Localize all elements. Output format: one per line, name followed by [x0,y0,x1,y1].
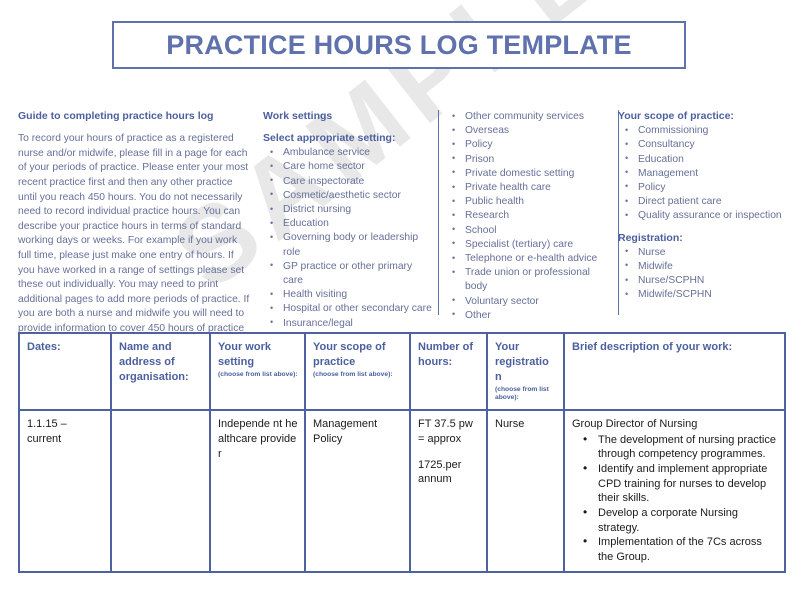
list-item: Nurse/SCPHN [618,274,784,288]
list-item: Prison [445,152,612,167]
guide-body-text: To record your hours of practice as a re… [18,133,250,349]
column-header-organisation: Name and address of organisation: [110,332,211,411]
list-item: Quality assurance or inspection [618,209,784,223]
practice-hours-log-table: Dates: Name and address of organisation:… [18,332,786,573]
description-title: Group Director of Nursing [572,417,698,430]
cell-number-of-hours[interactable]: FT 37.5 pw = approx 1725.per annum [409,408,488,573]
scope-list: Commissioning Consultancy Education Mana… [618,124,784,223]
list-item: Other [445,308,612,323]
list-item: Trade union or professional body [445,266,612,294]
list-item: Midwife/SCPHN [618,288,784,302]
cell-work-setting[interactable]: Independe nt healthcare provider [209,408,306,573]
list-item: Public health [445,195,612,209]
column-header-label: Your scope of practice [313,341,386,368]
column-header-scope-of-practice: Your scope of practice (choose from list… [304,332,411,411]
work-settings-column-continued: Other community services Overseas Policy… [445,109,619,321]
info-columns: Guide to completing practice hours log T… [18,109,784,357]
list-item: Telephone or e-health advice [445,252,612,266]
table-header-row: Dates: Name and address of organisation:… [18,332,786,411]
page-title: PRACTICE HOURS LOG TEMPLATE [166,29,632,60]
column-header-label: Dates: [27,341,61,353]
list-item: Identify and implement appropriate CPD t… [572,461,778,506]
list-item: School [445,223,612,238]
cell-dates[interactable]: 1.1.15 – current [18,408,112,573]
list-item: Develop a corporate Nursing strategy. [572,505,778,535]
list-item: Care home sector [263,160,432,174]
guide-column: Guide to completing practice hours log T… [18,110,250,349]
list-item: Education [263,217,432,231]
list-item: Overseas [445,124,612,138]
column-header-label: Name and address of organisation: [119,341,189,383]
registration-list: Nurse Midwife Nurse/SCPHN Midwife/SCPHN [618,245,784,303]
description-bullet-list: The development of nursing practice thro… [572,432,778,565]
work-settings-subheading: Select appropriate setting: [263,132,396,145]
list-item: Education [618,152,784,167]
scope-and-registration-column: Your scope of practice: Commissioning Co… [618,110,784,315]
list-item: Voluntary sector [445,294,612,309]
list-item: GP practice or other primary care [263,259,432,288]
list-item: Cosmetic/aesthetic sector [263,188,432,203]
list-item: Specialist (tertiary) care [445,237,612,252]
list-item: Private domestic setting [445,166,612,181]
list-item: Commissioning [618,124,784,138]
scope-heading: Your scope of practice: [618,110,734,122]
list-item: Direct patient care [618,195,784,209]
column-header-hint: (choose from list above): [495,385,549,402]
column-header-label: Number of hours: [418,341,473,368]
column-header-label: Your registratio n [495,341,549,383]
cell-registration[interactable]: Nurse [486,408,565,573]
hours-spacer [418,447,480,458]
cell-scope-of-practice[interactable]: Management Policy [304,408,411,573]
list-item: Private health care [445,181,612,195]
list-item: Health visiting [263,288,432,302]
column-header-label: Brief description of your work: [572,341,733,353]
cell-organisation[interactable] [110,408,211,573]
list-item: Management [618,166,784,181]
column-header-hint: (choose from list above): [218,370,298,378]
list-item: Midwife [618,259,784,274]
work-settings-list-second: Other community services Overseas Policy… [445,109,612,323]
hours-line-2: 1725.per annum [418,458,462,486]
list-item: Implementation of the 7Cs across the Gro… [572,534,778,564]
hours-line-1: FT 37.5 pw = approx [418,417,473,445]
column-header-work-setting: Your work setting (choose from list abov… [209,332,306,411]
column-header-description: Brief description of your work: [563,332,786,411]
page-title-banner: PRACTICE HOURS LOG TEMPLATE [112,21,686,69]
list-item: Hospital or other secondary care [263,302,432,316]
list-item: The development of nursing practice thro… [572,432,778,462]
list-item: Nurse [618,245,784,260]
column-header-number-of-hours: Number of hours: [409,332,488,411]
list-item: Consultancy [618,138,784,152]
column-header-hint: (choose from list above): [313,370,393,378]
list-item: Governing body or leadership role [263,231,432,259]
guide-heading: Guide to completing practice hours log [18,110,214,122]
work-settings-list-first: Ambulance service Care home sector Care … [263,146,432,359]
column-header-dates: Dates: [18,332,112,411]
work-settings-column: Work settings Select appropriate setting… [263,110,439,357]
list-item: Policy [445,138,612,152]
list-item: Ambulance service [263,146,432,160]
cell-description[interactable]: Group Director of Nursing The developmen… [563,408,786,573]
work-settings-heading: Work settings [263,110,333,122]
list-item: Other community services [445,109,612,124]
list-item: District nursing [263,203,432,217]
list-item: Research [445,209,612,223]
list-item: Care inspectorate [263,174,432,189]
table-row: 1.1.15 – current Independe nt healthcare… [18,408,786,573]
list-item: Policy [618,180,784,195]
list-item: Insurance/legal [263,316,432,331]
registration-heading: Registration: [618,231,683,244]
column-header-label: Your work setting [218,341,271,368]
column-header-registration: Your registratio n (choose from list abo… [486,332,565,411]
